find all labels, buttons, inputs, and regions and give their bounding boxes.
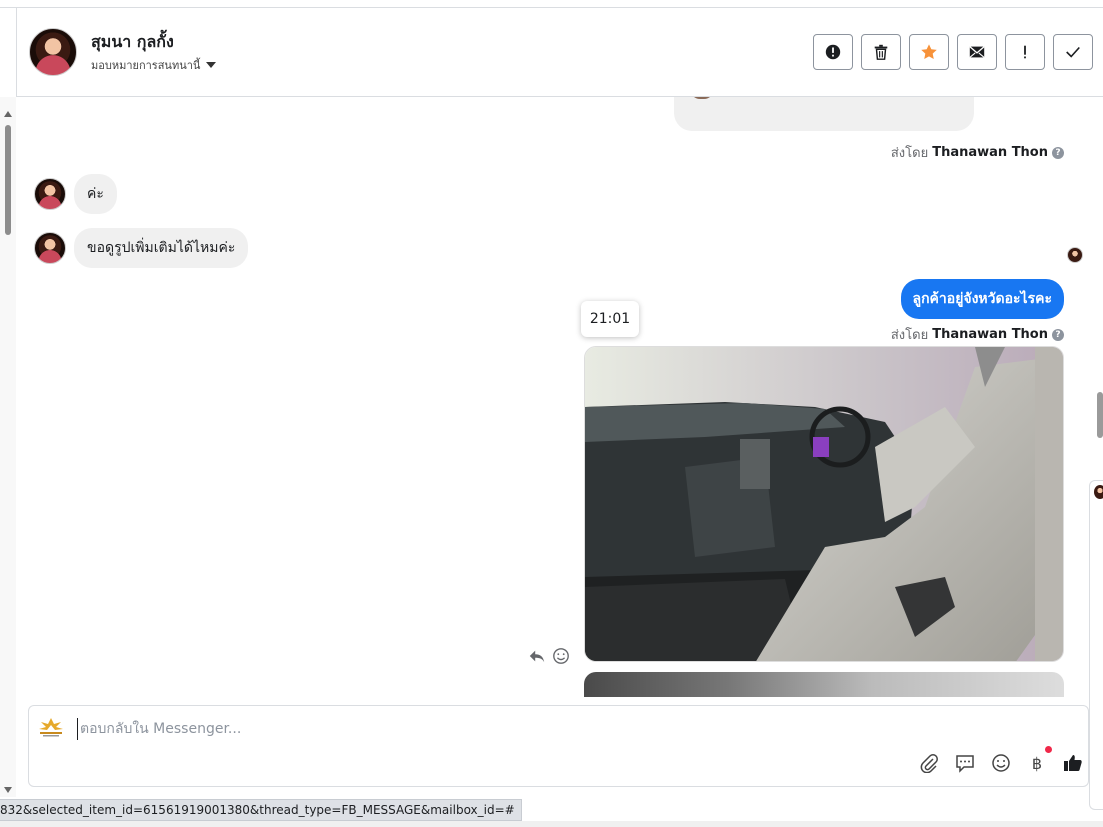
previous-message-bubble (674, 97, 974, 131)
contact-avatar-small[interactable] (34, 232, 66, 264)
like-button[interactable] (1062, 752, 1084, 774)
assign-label: มอบหมายการสนทนานี้ (91, 59, 201, 72)
emoji-icon (992, 754, 1010, 772)
page-logo-icon (39, 718, 63, 737)
page-scrollbar[interactable] (0, 97, 16, 797)
outgoing-message-bubble[interactable]: ลูกค้าอยู่จังหวัดอะไรคะ (900, 279, 1064, 319)
sent-by-label: ส่งโดย Thanawan Thon ? (891, 324, 1064, 345)
attach-button[interactable] (918, 752, 940, 774)
sender-name: Thanawan Thon (932, 327, 1048, 342)
baht-icon: ฿ (1031, 753, 1043, 773)
saved-reply-icon (956, 755, 974, 773)
mark-unread-button[interactable] (957, 34, 997, 70)
contact-avatar[interactable] (29, 28, 77, 76)
thumbs-up-icon (1064, 755, 1082, 771)
time-tooltip: 21:01 (581, 301, 639, 337)
sender-name: Thanawan Thon (932, 145, 1048, 160)
reply-composer: ฿ (28, 705, 1089, 787)
reply-input[interactable] (77, 718, 977, 740)
emoji-button[interactable] (990, 752, 1012, 774)
payment-button[interactable]: ฿ (1026, 746, 1052, 774)
report-button[interactable] (813, 34, 853, 70)
scroll-down-icon[interactable] (4, 787, 12, 793)
exclamation-icon (1024, 45, 1026, 59)
conversation-header: สุมนา กุลกั้ง มอบหมายการสนทนานี้ (16, 8, 1103, 97)
inbox-page: สุมนา กุลกั้ง มอบหมายการสนทนานี้ ส่งโดย … (0, 0, 1103, 827)
bottom-strip (0, 821, 1103, 827)
star-button[interactable] (909, 34, 949, 70)
contact-name[interactable]: สุมนา กุลกั้ง (91, 30, 174, 55)
saved-reply-button[interactable] (954, 752, 976, 774)
delete-button[interactable] (861, 34, 901, 70)
conversation-toolbar (813, 34, 1093, 70)
incoming-message: ค่ะ (34, 174, 117, 214)
scroll-thumb[interactable] (5, 125, 11, 235)
reply-icon[interactable] (528, 647, 546, 665)
help-icon[interactable]: ? (1052, 146, 1064, 159)
side-panel-avatar (1094, 485, 1103, 499)
mail-icon (969, 46, 985, 58)
top-divider (0, 0, 1103, 8)
seen-avatar (1067, 247, 1083, 263)
browser-status-bar: 832&selected_item_id=61561919001380&thre… (0, 799, 522, 821)
notification-dot (1045, 746, 1052, 753)
emoji-react-icon[interactable] (552, 647, 570, 665)
help-icon[interactable]: ? (1052, 328, 1064, 341)
sent-by-label: ส่งโดย Thanawan Thon ? (891, 142, 1064, 163)
scroll-up-icon[interactable] (4, 111, 12, 117)
incoming-message: ขอดูรูปเพิ่มเติมได้ไหมค่ะ (34, 228, 249, 268)
message-bubble[interactable]: ขอดูรูปเพิ่มเติมได้ไหมค่ะ (74, 228, 249, 268)
follow-up-button[interactable] (1005, 34, 1045, 70)
check-icon (1066, 46, 1080, 58)
thread-scroll-thumb[interactable] (1097, 392, 1103, 438)
contact-side-panel[interactable] (1089, 480, 1103, 810)
image-attachment-2[interactable] (584, 672, 1064, 697)
trash-icon (874, 44, 888, 60)
report-icon (825, 44, 841, 60)
image-attachment[interactable] (584, 346, 1064, 662)
car-interior-photo (585, 347, 1063, 661)
message-actions (528, 647, 570, 665)
message-thread: ส่งโดย Thanawan Thon ? ค่ะ ขอดูรูปเพิ่มเ… (16, 97, 1096, 697)
message-bubble[interactable]: ค่ะ (74, 174, 117, 214)
star-icon (921, 44, 937, 60)
paperclip-icon (920, 754, 938, 773)
mark-done-button[interactable] (1053, 34, 1093, 70)
caret-down-icon (206, 62, 217, 68)
composer-tools: ฿ (918, 746, 1084, 774)
contact-avatar-small[interactable] (34, 178, 66, 210)
assign-conversation-dropdown[interactable]: มอบหมายการสนทนานี้ (91, 56, 217, 74)
